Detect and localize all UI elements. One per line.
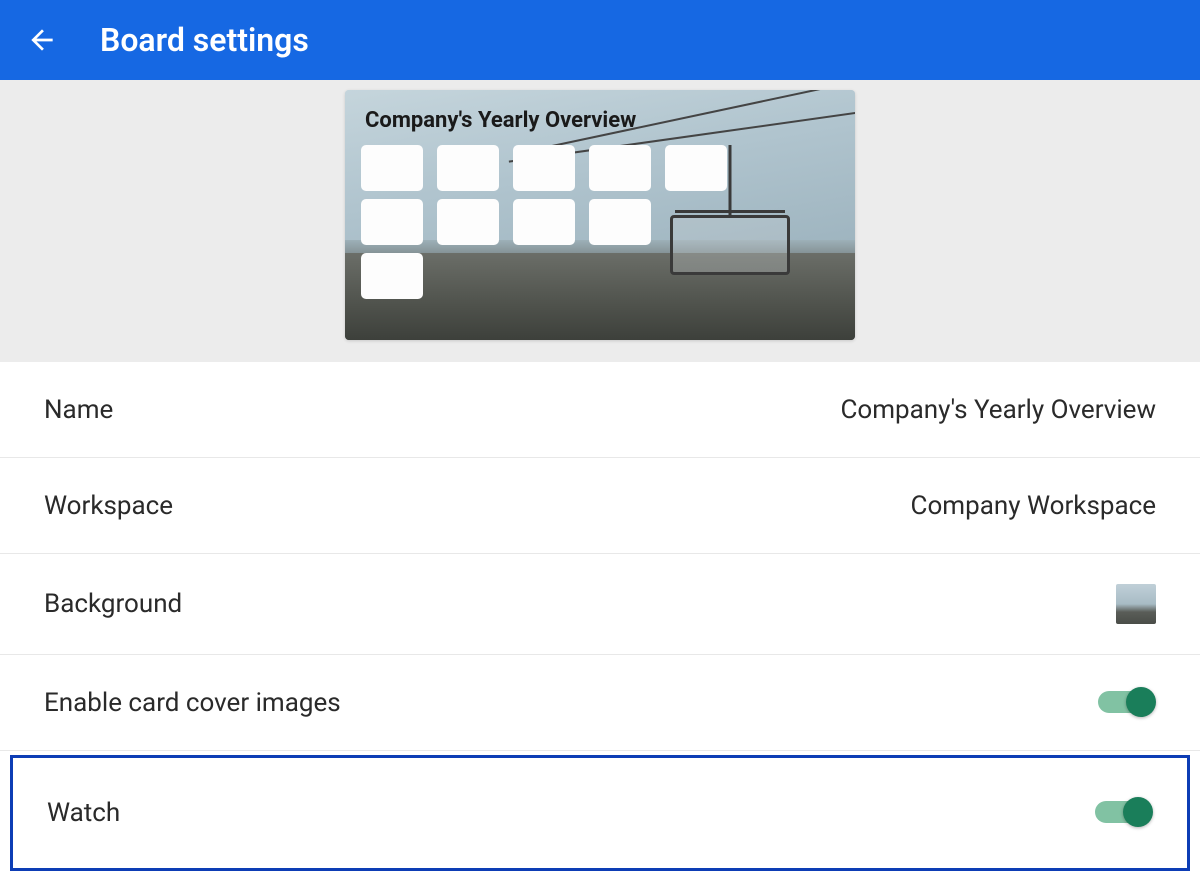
list-column xyxy=(513,145,575,299)
list-column xyxy=(665,145,727,299)
back-button[interactable] xyxy=(24,22,60,58)
preview-card xyxy=(437,199,499,245)
board-preview-title: Company's Yearly Overview xyxy=(365,108,636,133)
setting-value: Company Workspace xyxy=(911,491,1156,521)
toggle-thumb xyxy=(1123,797,1153,827)
card-cover-toggle[interactable] xyxy=(1098,688,1156,718)
board-preview-area: Company's Yearly Overview xyxy=(0,80,1200,362)
preview-card xyxy=(513,199,575,245)
preview-card xyxy=(589,145,651,191)
setting-value: Company's Yearly Overview xyxy=(840,395,1156,425)
arrow-left-icon xyxy=(26,24,58,56)
preview-card xyxy=(437,145,499,191)
list-column xyxy=(437,145,499,299)
preview-card xyxy=(361,253,423,299)
setting-row-name[interactable]: Name Company's Yearly Overview xyxy=(0,362,1200,458)
setting-row-workspace[interactable]: Workspace Company Workspace xyxy=(0,458,1200,554)
watch-toggle[interactable] xyxy=(1095,798,1153,828)
header-bar: Board settings xyxy=(0,0,1200,80)
page-title: Board settings xyxy=(100,21,309,59)
setting-row-watch[interactable]: Watch xyxy=(10,755,1190,871)
settings-list: Name Company's Yearly Overview Workspace… xyxy=(0,362,1200,871)
list-column xyxy=(361,145,423,299)
board-preview-card[interactable]: Company's Yearly Overview xyxy=(345,90,855,340)
setting-label: Background xyxy=(44,589,182,619)
preview-card xyxy=(589,199,651,245)
preview-card xyxy=(665,145,727,191)
preview-card xyxy=(361,199,423,245)
setting-row-card-cover[interactable]: Enable card cover images xyxy=(0,655,1200,751)
list-column xyxy=(589,145,651,299)
preview-card xyxy=(513,145,575,191)
preview-card xyxy=(361,145,423,191)
setting-row-background[interactable]: Background xyxy=(0,554,1200,655)
setting-label: Watch xyxy=(47,798,120,828)
setting-label: Workspace xyxy=(44,491,173,521)
board-preview-lists xyxy=(361,145,727,299)
setting-label: Name xyxy=(44,395,113,425)
background-thumbnail xyxy=(1116,584,1156,624)
toggle-thumb xyxy=(1126,687,1156,717)
setting-label: Enable card cover images xyxy=(44,688,341,718)
